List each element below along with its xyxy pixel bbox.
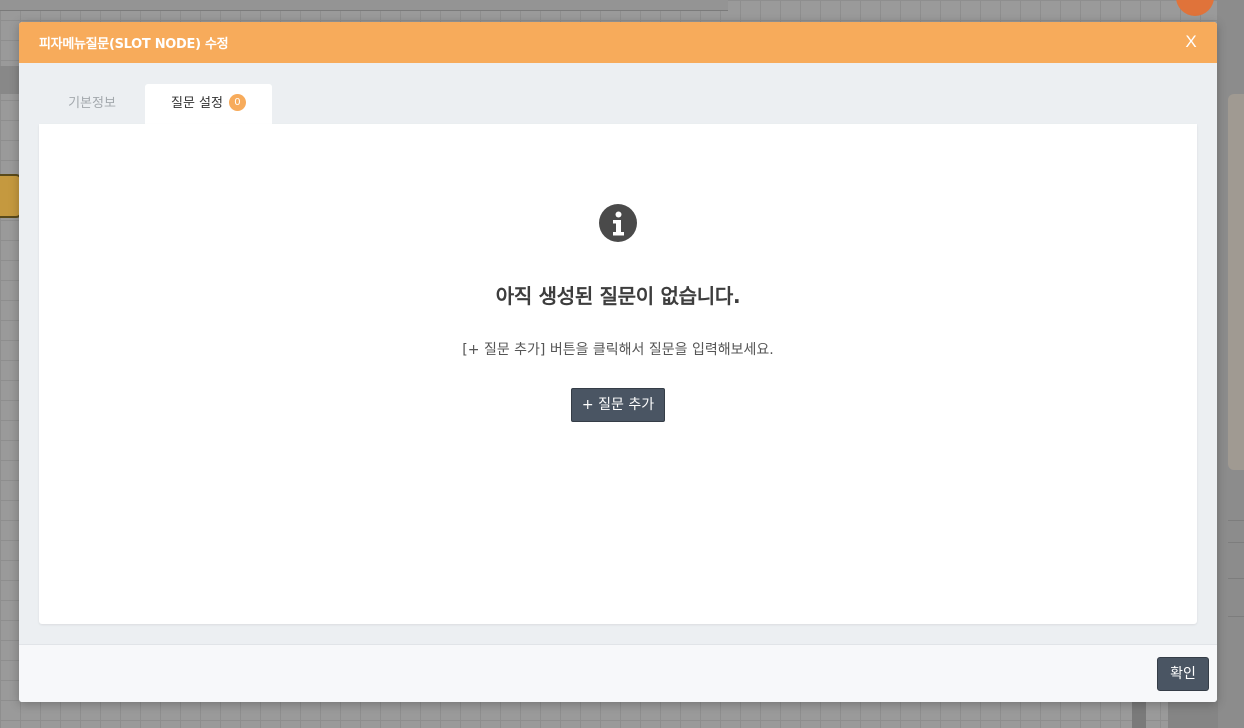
- tab-basic-info[interactable]: 기본정보: [39, 84, 145, 124]
- background-scrollbar: [1132, 700, 1146, 728]
- background-side-panel: [1168, 700, 1218, 728]
- add-question-button[interactable]: + 질문 추가: [571, 388, 665, 422]
- tab-question-settings[interactable]: 질문 설정 0: [145, 84, 272, 124]
- tab-label: 질문 설정: [171, 96, 223, 111]
- close-button[interactable]: X: [1181, 31, 1201, 53]
- question-count-badge: 0: [228, 94, 246, 111]
- background-top-bar: [0, 0, 728, 11]
- background-left-panel: [0, 66, 20, 94]
- info-circle-icon: [599, 204, 637, 242]
- edit-slot-node-modal: 피자메뉴질문(SLOT NODE) 수정 X 기본정보 질문 설정 0 아직 생성…: [19, 22, 1217, 702]
- background-right-card: [1228, 94, 1244, 470]
- modal-title: 피자메뉴질문(SLOT NODE) 수정: [39, 37, 229, 52]
- confirm-button[interactable]: 확인: [1157, 657, 1209, 691]
- empty-state-description: [+ 질문 추가] 버튼을 클릭해서 질문을 입력해보세요.: [462, 342, 774, 358]
- modal-header: 피자메뉴질문(SLOT NODE) 수정 X: [19, 22, 1217, 63]
- background-divider: [1228, 520, 1244, 521]
- question-settings-panel: 아직 생성된 질문이 없습니다. [+ 질문 추가] 버튼을 클릭해서 질문을 …: [39, 124, 1197, 624]
- empty-state-title: 아직 생성된 질문이 없습니다.: [495, 284, 741, 308]
- chat-bubble-icon: [1176, 0, 1214, 16]
- background-divider: [1228, 616, 1244, 617]
- background-divider: [1228, 578, 1244, 579]
- tab-label: 기본정보: [68, 96, 116, 111]
- modal-footer: 확인: [19, 644, 1217, 702]
- background-divider: [1228, 542, 1244, 543]
